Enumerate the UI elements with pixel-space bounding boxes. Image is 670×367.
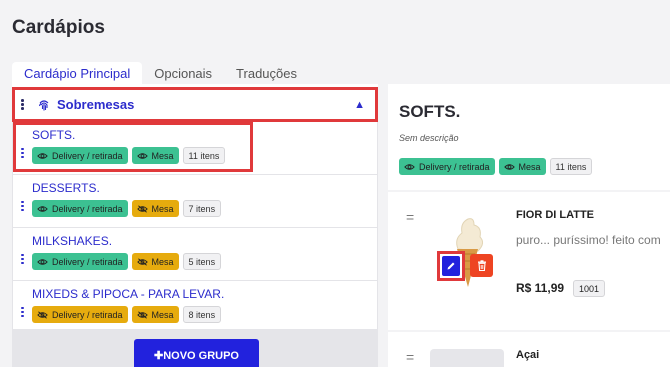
item-count-badge: 11 itens [549,158,593,175]
product-name: FIOR DI LATTE [516,209,595,221]
category-name: MILKSHAKES. [32,234,113,248]
visibility-badge: Delivery / retirada [32,306,128,323]
category-item-mixeds-pipoca[interactable]: MIXEDS & PIPOCA - PARA LEVAR. Delivery /… [13,281,377,334]
visibility-badge: Delivery / retirada [32,200,128,217]
drag-handle-icon[interactable] [21,98,25,112]
eye-icon [503,163,515,170]
product-description: puro... puríssimo! feito com [516,233,661,247]
fingerprint-icon [38,99,49,110]
eye-icon [404,163,415,170]
visibility-badge: Mesa [498,158,546,175]
chevron-up-icon[interactable]: ▲ [354,99,365,111]
tab-bar: Cardápio Principal Opcionais Traduções [12,62,309,84]
category-name: DESSERTS. [32,181,100,195]
pencil-icon [447,262,455,270]
edit-product-button[interactable] [437,251,465,281]
divider [388,330,670,332]
product-image [430,349,504,367]
product-name: Açai [516,349,540,361]
item-count-badge: 5 itens [182,253,222,270]
group-title: Sobremesas [57,97,135,112]
drag-handle-icon[interactable] [21,252,25,266]
category-item-milkshakes[interactable]: MILKSHAKES. Delivery / retirada Mesa 5 i… [13,228,377,281]
page-title: Cardápios [12,17,105,38]
visibility-badge: Mesa [131,306,179,323]
delete-product-button[interactable] [470,254,493,277]
eye-off-icon [37,310,48,319]
product-price: R$ 11,99 [516,281,565,295]
tab-cardapio-principal[interactable]: Cardápio Principal [12,62,143,84]
eye-off-icon [136,204,148,213]
drag-handle-icon[interactable]: = [406,349,414,365]
visibility-badge: Mesa [131,200,179,217]
new-group-button[interactable]: ✚NOVO GRUPO [134,339,259,367]
visibility-badge: Delivery / retirada [399,158,495,175]
item-count-badge: 7 itens [182,200,222,217]
product-code-badge: 1001 [573,280,606,297]
group-header[interactable]: Sobremesas ▲ [12,87,378,122]
trash-icon [477,260,486,271]
drag-handle-icon[interactable] [21,199,25,213]
category-detail-panel: SOFTS. Sem descrição Delivery / retirada… [388,84,670,367]
visibility-badge: Delivery / retirada [32,253,128,270]
drag-handle-icon[interactable]: = [406,209,414,225]
item-count-badge: 8 itens [182,306,222,323]
eye-icon [37,205,48,212]
visibility-badge: Mesa [131,253,179,270]
divider [388,190,670,192]
category-item-desserts[interactable]: DESSERTS. Delivery / retirada Mesa 7 ite… [13,175,377,228]
tab-traducoes[interactable]: Traduções [224,62,309,84]
detail-title: SOFTS. [399,102,461,121]
category-name: MIXEDS & PIPOCA - PARA LEVAR. [32,287,225,301]
eye-off-icon [136,310,148,319]
detail-description: Sem descrição [399,133,459,143]
eye-icon [37,258,48,265]
eye-off-icon [136,257,148,266]
tab-opcionais[interactable]: Opcionais [142,62,225,84]
drag-handle-icon[interactable] [21,305,25,319]
selected-category-highlight [13,122,253,172]
